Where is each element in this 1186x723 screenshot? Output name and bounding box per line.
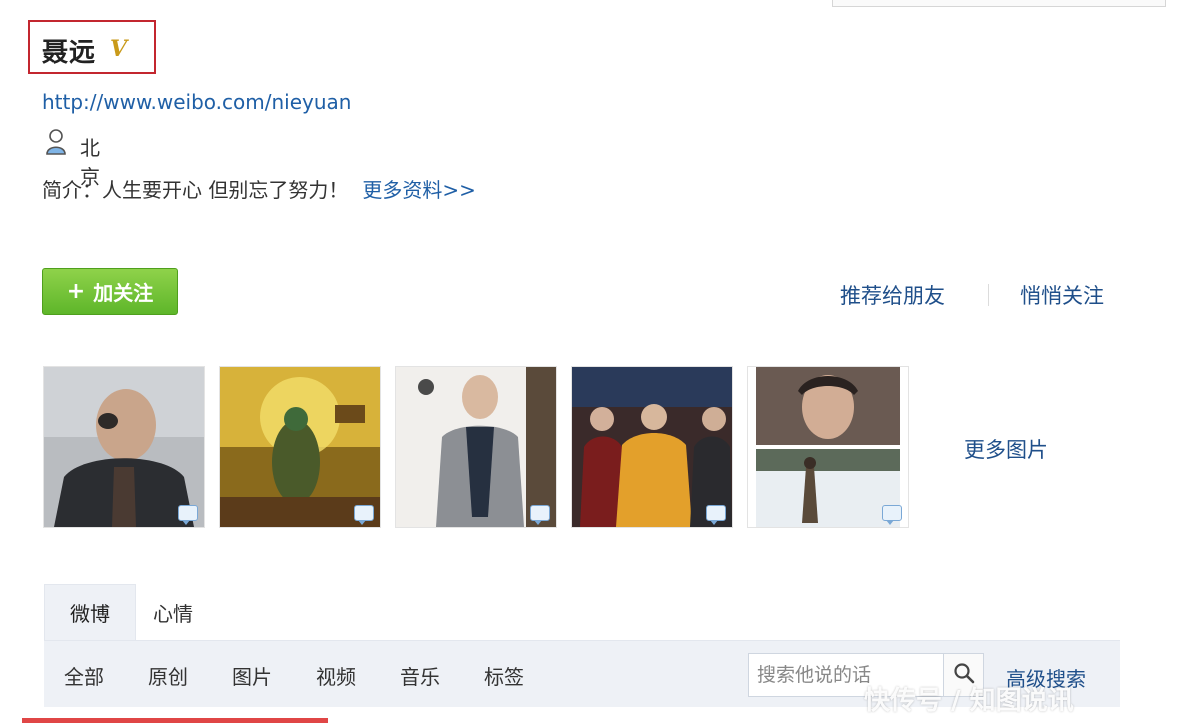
watermark-text: 快传号 / 知图说讯	[864, 686, 1074, 716]
comment-icon	[178, 505, 198, 525]
top-toolbar-edge	[832, 0, 1166, 7]
comment-icon	[530, 505, 550, 525]
comment-icon	[354, 505, 374, 525]
filter-music[interactable]: 音乐	[400, 661, 440, 690]
filter-videos[interactable]: 视频	[316, 661, 356, 690]
action-divider	[988, 284, 989, 306]
follow-label: 加关注	[93, 281, 154, 305]
tab-mood[interactable]: 心情	[153, 598, 193, 627]
more-info-link[interactable]: 更多资料>>	[362, 178, 476, 202]
intro-text: 人生要开心 但别忘了努力！	[102, 178, 349, 202]
photo-thumbnail[interactable]	[396, 367, 556, 527]
tab-weibo[interactable]: 微博	[44, 584, 136, 640]
profile-url-link[interactable]: http://www.weibo.com/nieyuan	[42, 90, 351, 114]
follow-button[interactable]: + 加关注	[42, 268, 178, 315]
intro-row: 简介：人生要开心 但别忘了努力！ 更多资料>>	[42, 174, 476, 203]
recommend-to-friend-link[interactable]: 推荐给朋友	[840, 280, 945, 310]
photo-thumbnail[interactable]	[44, 367, 204, 527]
filter-images[interactable]: 图片	[232, 661, 272, 690]
photo-thumbnail[interactable]	[220, 367, 380, 527]
photo-thumbnail[interactable]	[748, 367, 908, 527]
filter-all[interactable]: 全部	[64, 661, 104, 690]
comment-icon	[706, 505, 726, 525]
plus-icon: +	[66, 279, 86, 304]
comment-icon	[882, 505, 902, 525]
bottom-accent-bar	[22, 718, 328, 723]
quiet-follow-link[interactable]: 悄悄关注	[1020, 280, 1104, 310]
filter-tags[interactable]: 标签	[484, 661, 524, 690]
profile-name: 聂远	[42, 38, 97, 68]
verified-icon: V	[110, 36, 128, 62]
profile-name-box: 聂远 V	[28, 20, 156, 74]
photo-thumbnail[interactable]	[572, 367, 732, 527]
person-icon	[44, 128, 68, 160]
intro-label: 简介：	[42, 178, 102, 202]
more-photos-link[interactable]: 更多图片	[964, 434, 1048, 464]
filter-original[interactable]: 原创	[148, 661, 188, 690]
